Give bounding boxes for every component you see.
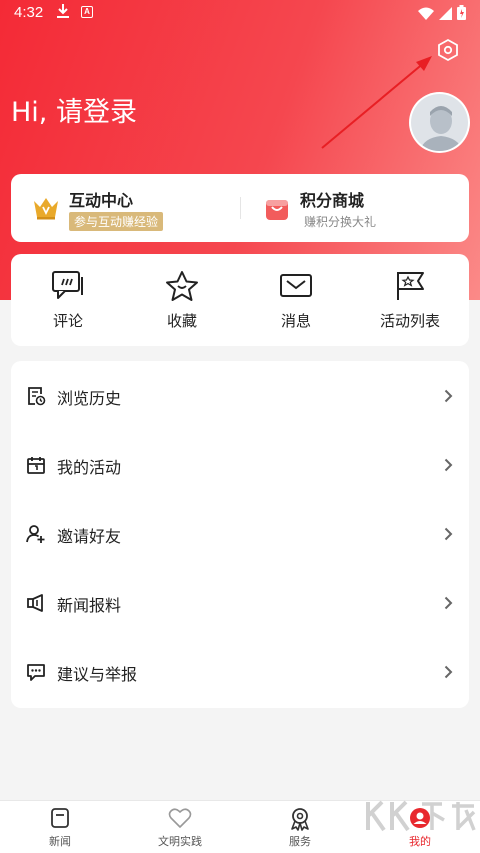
- favorites-label: 收藏: [166, 312, 197, 330]
- menu-item-label: 邀请好友: [57, 527, 122, 546]
- chevron-right-icon: [444, 527, 453, 541]
- comment-icon: [52, 271, 83, 299]
- star-icon: [166, 271, 198, 301]
- menu-item-my-activities[interactable]: 我的活动: [11, 430, 469, 499]
- news-icon: [51, 808, 69, 828]
- mail-icon: [280, 274, 312, 297]
- flag-icon: [397, 272, 424, 300]
- interaction-center-subtitle: 参与互动赚经验: [69, 212, 164, 231]
- feedback-icon: [27, 664, 45, 681]
- kk-download-watermark: [366, 800, 476, 832]
- calendar-icon: [27, 457, 45, 474]
- tab-label: 服务: [289, 835, 311, 848]
- crown-icon: [34, 198, 58, 220]
- menu-item-label: 建议与举报: [57, 665, 138, 684]
- interaction-center-title: 互动中心: [69, 191, 134, 210]
- service-icon: [291, 808, 309, 831]
- menu-list: 浏览历史 我的活动 邀请好友 新闻报料 建议与举报: [11, 361, 469, 708]
- menu-item-label: 我的活动: [57, 458, 122, 477]
- chevron-right-icon: [444, 665, 453, 679]
- add-user-icon: [26, 525, 45, 543]
- menu-item-invite-friends[interactable]: 邀请好友: [11, 499, 469, 568]
- menu-item-label: 新闻报料: [57, 596, 122, 615]
- tab-label: 新闻: [49, 835, 71, 848]
- history-icon: [28, 387, 46, 406]
- shopping-bag-icon: [266, 200, 288, 220]
- heart-icon: [168, 808, 192, 828]
- login-prompt[interactable]: Hi, 请登录: [11, 90, 137, 129]
- tab-label: 文明实践: [158, 835, 202, 848]
- activity-list-label: 活动列表: [379, 312, 440, 330]
- menu-item-label: 浏览历史: [57, 389, 122, 408]
- avatar[interactable]: [409, 92, 470, 153]
- chevron-right-icon: [444, 389, 453, 403]
- tab-civilization-practice[interactable]: 文明实践: [120, 801, 240, 853]
- comment-button[interactable]: 评论: [11, 254, 125, 346]
- messages-button[interactable]: 消息: [239, 254, 353, 346]
- chevron-right-icon: [444, 458, 453, 472]
- menu-item-news-tip[interactable]: 新闻报料: [11, 568, 469, 637]
- annotation-arrow: [321, 56, 432, 149]
- messages-label: 消息: [280, 312, 311, 330]
- menu-item-feedback-report[interactable]: 建议与举报: [11, 637, 469, 706]
- points-mall-title: 积分商城: [300, 191, 365, 210]
- menu-item-browse-history[interactable]: 浏览历史: [11, 361, 469, 430]
- interaction-center[interactable]: 互动中心 参与互动赚经验: [11, 174, 240, 242]
- quick-actions-card: 评论 收藏 消息 活动列表: [11, 254, 469, 346]
- activity-list-button[interactable]: 活动列表: [353, 254, 467, 346]
- points-mall-subtitle: 赚积分换大礼: [304, 215, 377, 229]
- megaphone-icon: [27, 594, 43, 612]
- feature-card: 互动中心 参与互动赚经验 积分商城 赚积分换大礼: [11, 174, 469, 242]
- comment-label: 评论: [52, 312, 83, 330]
- chevron-right-icon: [444, 596, 453, 610]
- tab-news[interactable]: 新闻: [0, 801, 120, 853]
- points-mall[interactable]: 积分商城 赚积分换大礼: [240, 174, 469, 242]
- tab-services[interactable]: 服务: [240, 801, 360, 853]
- favorites-button[interactable]: 收藏: [125, 254, 239, 346]
